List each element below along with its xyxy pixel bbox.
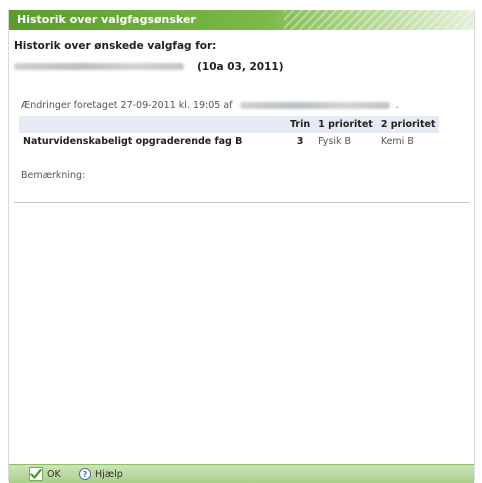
subject-cell: Naturvidenskabeligt opgraderende fag B: [23, 136, 243, 147]
redacted-editor-name: [239, 102, 390, 109]
dialog-title: Historik over valgfagsønsker: [17, 13, 196, 26]
dialog-titlebar: Historik over valgfagsønsker: [9, 10, 474, 30]
redacted-student-name: [14, 63, 184, 70]
remark-label: Bemærkning:: [21, 170, 86, 181]
checkmark-icon: [29, 467, 43, 481]
table-row: Naturvidenskabeligt opgraderende fag B 3…: [19, 133, 440, 150]
change-info-text: Ændringer foretaget 27-09-2011 kl. 19:05…: [21, 100, 233, 111]
history-heading: Historik over ønskede valgfag for:: [14, 40, 217, 52]
column-header-priority-1: 1 prioritet: [318, 119, 373, 130]
priority-1-cell: Fysik B: [318, 136, 351, 147]
table-header-row: Trin 1 prioritet 2 prioritet: [19, 116, 440, 133]
change-info-suffix: .: [395, 100, 399, 111]
priority-2-cell: Kemi B: [380, 136, 414, 147]
divider: [14, 202, 469, 203]
column-header-step: Trin: [290, 119, 311, 130]
column-header-subject: [19, 116, 286, 133]
history-dialog: Historik over valgfagsønsker Historik ov…: [8, 10, 475, 483]
help-label: Hjælp: [95, 468, 123, 480]
choices-table: Trin 1 prioritet 2 prioritet Naturvidens…: [19, 116, 440, 150]
change-info: Ændringer foretaget 27-09-2011 kl. 19:05…: [21, 100, 399, 111]
class-year: (10a 03, 2011): [197, 60, 284, 73]
question-icon: ?: [79, 468, 91, 480]
student-line: (10a 03, 2011): [14, 56, 284, 73]
help-button[interactable]: ? Hjælp: [79, 467, 123, 481]
step-cell: 3: [296, 136, 304, 147]
dialog-footer: OK ? Hjælp: [9, 464, 474, 483]
column-header-priority-2: 2 prioritet: [380, 119, 436, 130]
ok-button[interactable]: OK: [29, 467, 61, 481]
ok-label: OK: [47, 468, 61, 480]
